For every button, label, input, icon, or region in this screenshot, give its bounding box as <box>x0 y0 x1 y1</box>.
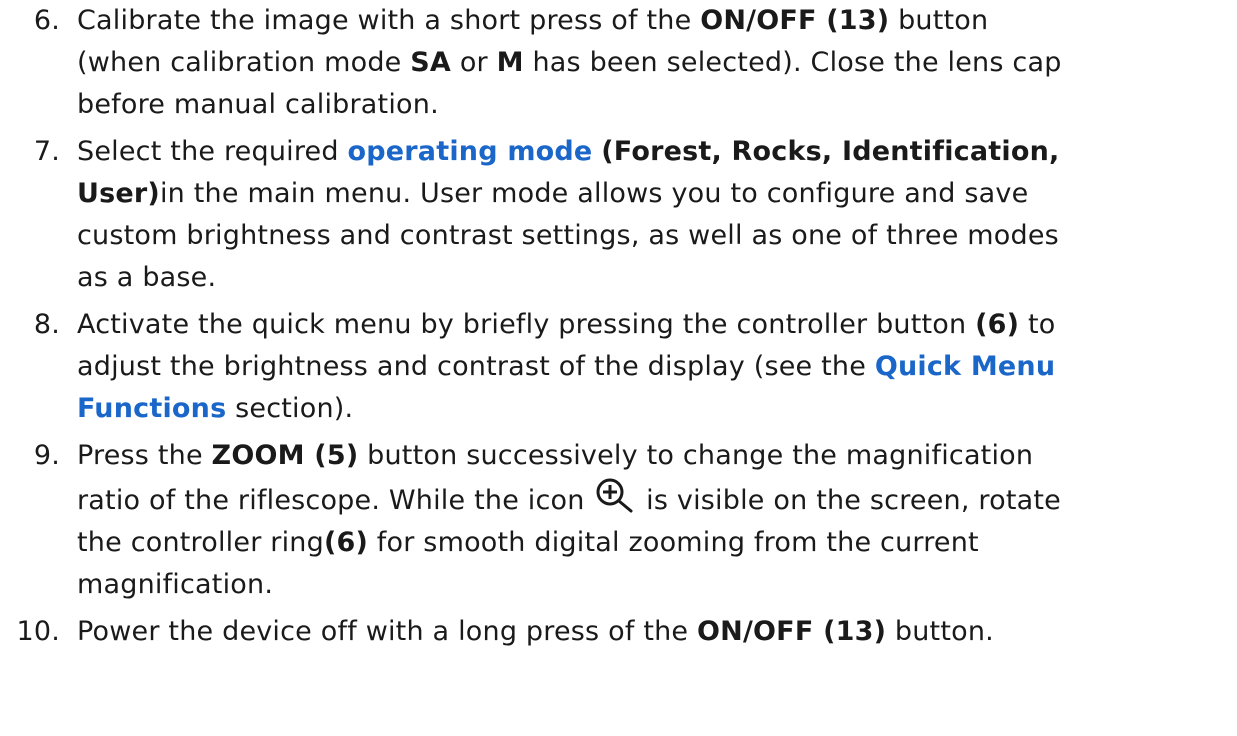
bold-term: User) <box>77 178 160 209</box>
text-run: Select the required <box>77 136 348 167</box>
text-run: (when calibration mode <box>77 47 411 78</box>
bold-term: (6) <box>975 309 1020 340</box>
step-item: 8. Activate the quick menu by briefly pre… <box>0 304 1227 430</box>
step-number: 6. <box>33 5 60 36</box>
step-number: 10. <box>16 616 60 647</box>
step-text-line: Functions section). <box>77 388 1227 430</box>
step-item: 9. Press the ZOOM (5) button successively… <box>0 435 1227 606</box>
bold-term: M <box>496 47 524 78</box>
step-text-line: adjust the brightness and contrast of th… <box>77 346 1227 388</box>
step-number: 9. <box>33 440 60 471</box>
step-item: 7. Select the required operating mode (Fo… <box>0 131 1227 299</box>
text-run: to <box>1019 309 1056 340</box>
text-run: adjust the brightness and contrast of th… <box>77 351 875 382</box>
step-text-line: custom brightness and contrast settings,… <box>77 215 1227 257</box>
step-text-line: User)in the main menu. User mode allows … <box>77 173 1227 215</box>
text-run: section). <box>226 393 354 424</box>
step-item: 10. Power the device off with a long pres… <box>0 611 1227 653</box>
text-run: button successively to change the magnif… <box>358 440 1034 471</box>
text-run: is visible on the screen, rotate <box>637 485 1061 516</box>
text-run: the controller ring <box>77 527 324 558</box>
text-run: or <box>451 47 497 78</box>
step-number: 7. <box>33 136 60 167</box>
text-run: ratio of the riflescope. While the icon <box>77 485 594 516</box>
text-run: has been selected). Close the lens cap <box>523 47 1062 78</box>
step-text-line: (when calibration mode SA or M has been … <box>77 42 1227 84</box>
text-run: Press the <box>77 440 212 471</box>
text-run: for smooth digital zooming from the curr… <box>368 527 979 558</box>
bold-term: ON/OFF (13) <box>697 616 887 647</box>
step-text-line: ratio of the riflescope. While the icon … <box>77 477 1227 522</box>
step-number: 8. <box>33 309 60 340</box>
step-text-line: Calibrate the image with a short press o… <box>77 0 1227 42</box>
step-text-line: Select the required operating mode (Fore… <box>77 131 1227 173</box>
text-run: before manual calibration. <box>77 89 439 120</box>
step-text-line: Activate the quick menu by briefly press… <box>77 304 1227 346</box>
bold-term: ON/OFF (13) <box>700 5 890 36</box>
step-item: 6. Calibrate the image with a short press… <box>0 0 1227 126</box>
zoom-in-icon <box>595 477 635 513</box>
cross-reference-link[interactable]: Functions <box>77 393 226 424</box>
text-run: button. <box>886 616 994 647</box>
cross-reference-link[interactable]: Quick Menu <box>875 351 1055 382</box>
bold-term: (6) <box>323 527 369 558</box>
bold-term: ZOOM (5) <box>211 440 359 471</box>
step-text-line: magnification. <box>77 564 1227 606</box>
text-run: as a base. <box>77 262 217 293</box>
step-text-line: Press the ZOOM (5) button successively t… <box>77 435 1227 477</box>
bold-term: SA <box>410 47 452 78</box>
cross-reference-link[interactable]: operating mode <box>347 136 592 167</box>
text-run: Calibrate the image with a short press o… <box>77 5 701 36</box>
text-run: Activate the quick menu by briefly press… <box>77 309 976 340</box>
step-text-line: before manual calibration. <box>77 84 1227 126</box>
text-run: custom brightness and contrast settings,… <box>77 220 1059 251</box>
step-text-line: Power the device off with a long press o… <box>77 611 1227 653</box>
text-run <box>592 136 601 167</box>
text-run: magnification. <box>77 569 274 600</box>
step-text-line: the controller ring(6) for smooth digita… <box>77 522 1227 564</box>
text-run: in the main menu. User mode allows you t… <box>159 178 1029 209</box>
text-run: button <box>889 5 989 36</box>
bold-term: (Forest, Rocks, Identification, <box>601 136 1060 167</box>
step-text-line: as a base. <box>77 257 1227 299</box>
document-page: 6. Calibrate the image with a short press… <box>0 0 1237 658</box>
instruction-steps-list: 6. Calibrate the image with a short press… <box>0 0 1237 653</box>
text-run: Power the device off with a long press o… <box>77 616 698 647</box>
